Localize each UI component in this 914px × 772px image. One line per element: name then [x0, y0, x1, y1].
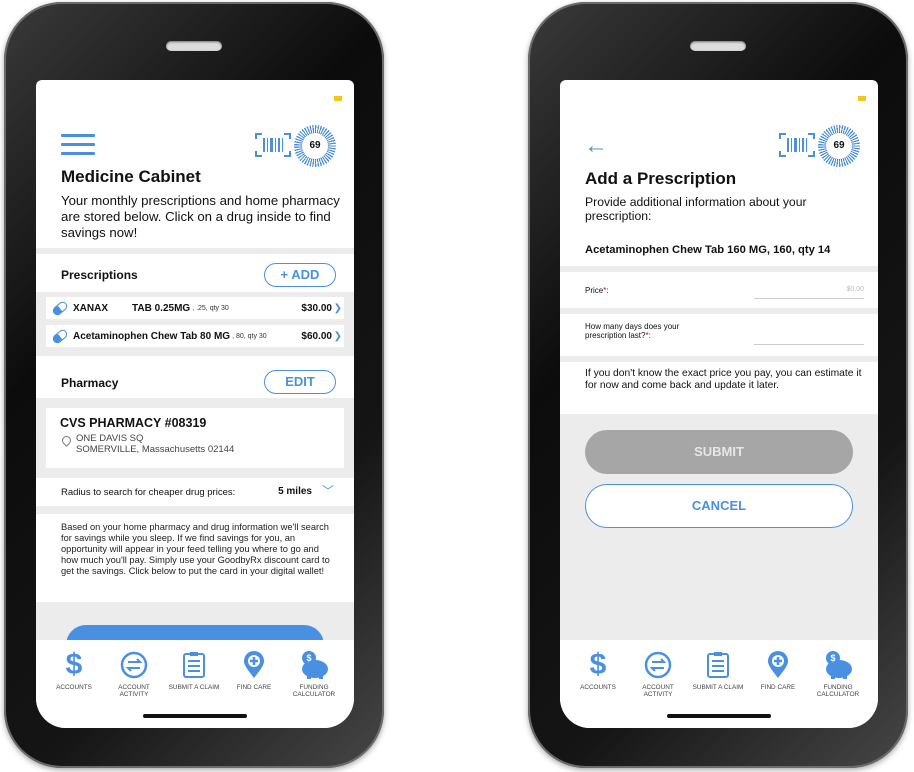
- svg-text:$: $: [306, 653, 311, 663]
- clipboard-icon: [688, 650, 748, 680]
- medicine-cabinet-screen: 69 Medicine Cabinet Your monthly prescri…: [36, 80, 354, 728]
- pharmacy-address: ONE DAVIS SQ SOMERVILLE, Massachusetts 0…: [76, 433, 234, 455]
- chevron-right-icon: ❯: [333, 330, 342, 342]
- page-title: Medicine Cabinet: [61, 167, 201, 186]
- radius-selector[interactable]: Radius to search for cheaper drug prices…: [36, 478, 354, 506]
- drug-name: XANAX: [73, 302, 109, 314]
- tab-label: SUBMIT A CLAIM: [692, 684, 744, 691]
- radius-value: 5 miles: [278, 486, 312, 497]
- page-title: Add a Prescription: [585, 169, 737, 188]
- header: ← 69: [560, 124, 878, 174]
- submit-button[interactable]: SUBMIT: [585, 430, 853, 474]
- score-value: 69: [826, 133, 852, 159]
- tab-submit-claim[interactable]: SUBMIT A CLAIM: [164, 650, 224, 691]
- dollar-icon: $: [589, 648, 607, 681]
- tab-label: FUNDING CALCULATOR: [816, 684, 860, 698]
- speaker: [166, 41, 222, 51]
- phone-frame-left: 69 Medicine Cabinet Your monthly prescri…: [4, 2, 384, 768]
- intro-text: Provide additional information about you…: [585, 195, 807, 223]
- add-prescription-button[interactable]: + ADD: [264, 263, 336, 287]
- estimate-note: If you don't know the exact price you pa…: [585, 368, 862, 391]
- pharmacy-name: CVS PHARMACY #08319: [60, 416, 207, 430]
- days-label: How many days does your prescription las…: [585, 322, 680, 340]
- score-badge[interactable]: 69: [294, 125, 336, 167]
- prescription-list: XANAX TAB 0.25MG , .25, qty 30 $30.00 ❯ …: [36, 292, 354, 356]
- days-input[interactable]: [754, 344, 864, 345]
- score-badge[interactable]: 69: [818, 125, 860, 167]
- divider: [36, 506, 354, 514]
- location-plus-icon: [748, 650, 808, 680]
- tab-find-care[interactable]: FIND CARE: [224, 650, 284, 691]
- drug-price: $30.00: [301, 302, 332, 314]
- address-line-1: ONE DAVIS SQ: [76, 433, 144, 444]
- tab-find-care[interactable]: FIND CARE: [748, 650, 808, 691]
- score-value: 69: [302, 133, 328, 159]
- savings-description: Based on your home pharmacy and drug inf…: [61, 522, 330, 576]
- piggy-bank-icon: $: [808, 650, 868, 680]
- radius-label: Radius to search for cheaper drug prices…: [61, 487, 236, 498]
- price-input[interactable]: $0.00: [846, 286, 864, 293]
- piggy-bank-icon: $: [284, 650, 344, 680]
- tab-label: ACCOUNT ACTIVITY: [642, 684, 674, 698]
- barcode-scan-icon[interactable]: [254, 132, 292, 158]
- battery-indicator: [334, 96, 342, 101]
- intro-text: Your monthly prescriptions and home phar…: [61, 193, 340, 240]
- chevron-right-icon: ❯: [333, 302, 342, 314]
- tab-label: FIND CARE: [760, 684, 796, 691]
- barcode-scan-icon[interactable]: [778, 132, 816, 158]
- exchange-icon: [628, 650, 688, 680]
- tab-label: SUBMIT A CLAIM: [168, 684, 220, 691]
- drug-name: Acetaminophen Chew Tab 80 MG: [73, 330, 231, 342]
- tab-funding-calculator[interactable]: $ FUNDING CALCULATOR: [808, 650, 868, 698]
- tab-accounts[interactable]: $ ACCOUNTS: [44, 648, 104, 692]
- back-arrow-icon[interactable]: ←: [584, 134, 608, 158]
- tab-accounts[interactable]: $ ACCOUNTS: [568, 648, 628, 692]
- svg-text:$: $: [830, 653, 835, 663]
- dollar-icon: $: [65, 648, 83, 681]
- prescription-row[interactable]: Acetaminophen Chew Tab 80 MG , 80, qty 3…: [46, 325, 344, 347]
- tab-label: FUNDING CALCULATOR: [292, 684, 336, 698]
- drug-strength: TAB 0.25MG: [132, 302, 191, 314]
- tab-submit-claim[interactable]: SUBMIT A CLAIM: [688, 650, 748, 691]
- prescription-row[interactable]: XANAX TAB 0.25MG , .25, qty 30 $30.00 ❯: [46, 297, 344, 319]
- menu-icon[interactable]: [61, 134, 95, 156]
- add-prescription-screen: ← 69 Add a Prescription Provide addition…: [560, 80, 878, 728]
- location-plus-icon: [224, 650, 284, 680]
- tab-label: ACCOUNTS: [56, 684, 92, 691]
- tab-account-activity[interactable]: ACCOUNT ACTIVITY: [104, 650, 164, 698]
- home-indicator[interactable]: [143, 714, 247, 718]
- selected-drug: Acetaminophen Chew Tab 160 MG, 160, qty …: [585, 244, 831, 256]
- battery-indicator: [858, 96, 866, 101]
- drug-detail: , 80, qty 30: [232, 332, 267, 340]
- exchange-icon: [104, 650, 164, 680]
- speaker: [690, 41, 746, 51]
- drug-price: $60.00: [301, 330, 332, 342]
- divider: [560, 356, 878, 362]
- edit-pharmacy-button[interactable]: EDIT: [264, 370, 336, 394]
- tab-label: ACCOUNT ACTIVITY: [118, 684, 150, 698]
- pharmacy-label: Pharmacy: [61, 376, 119, 390]
- price-underline: [754, 298, 864, 299]
- prescriptions-label: Prescriptions: [61, 268, 138, 282]
- home-indicator[interactable]: [667, 714, 771, 718]
- tab-label: FIND CARE: [236, 684, 272, 691]
- tab-funding-calculator[interactable]: $ FUNDING CALCULATOR: [284, 650, 344, 698]
- location-pin-icon: [60, 434, 73, 447]
- address-line-2: SOMERVILLE, Massachusetts 02144: [76, 444, 235, 455]
- tab-account-activity[interactable]: ACCOUNT ACTIVITY: [628, 650, 688, 698]
- chevron-down-icon: ﹀: [321, 484, 334, 498]
- phone-frame-right: ← 69 Add a Prescription Provide addition…: [528, 2, 908, 768]
- price-label: Price*:: [585, 286, 609, 295]
- tab-label: ACCOUNTS: [580, 684, 616, 691]
- divider: [36, 248, 354, 254]
- pill-icon: [50, 327, 70, 345]
- pharmacy-card[interactable]: CVS PHARMACY #08319 ONE DAVIS SQ SOMERVI…: [46, 408, 344, 468]
- clipboard-icon: [164, 650, 224, 680]
- price-field[interactable]: Price*: $0.00: [560, 272, 878, 308]
- drug-detail: , .25, qty 30: [192, 304, 229, 312]
- pill-icon: [50, 299, 70, 317]
- days-field[interactable]: How many days does your prescription las…: [560, 314, 878, 356]
- cancel-button[interactable]: CANCEL: [585, 484, 853, 528]
